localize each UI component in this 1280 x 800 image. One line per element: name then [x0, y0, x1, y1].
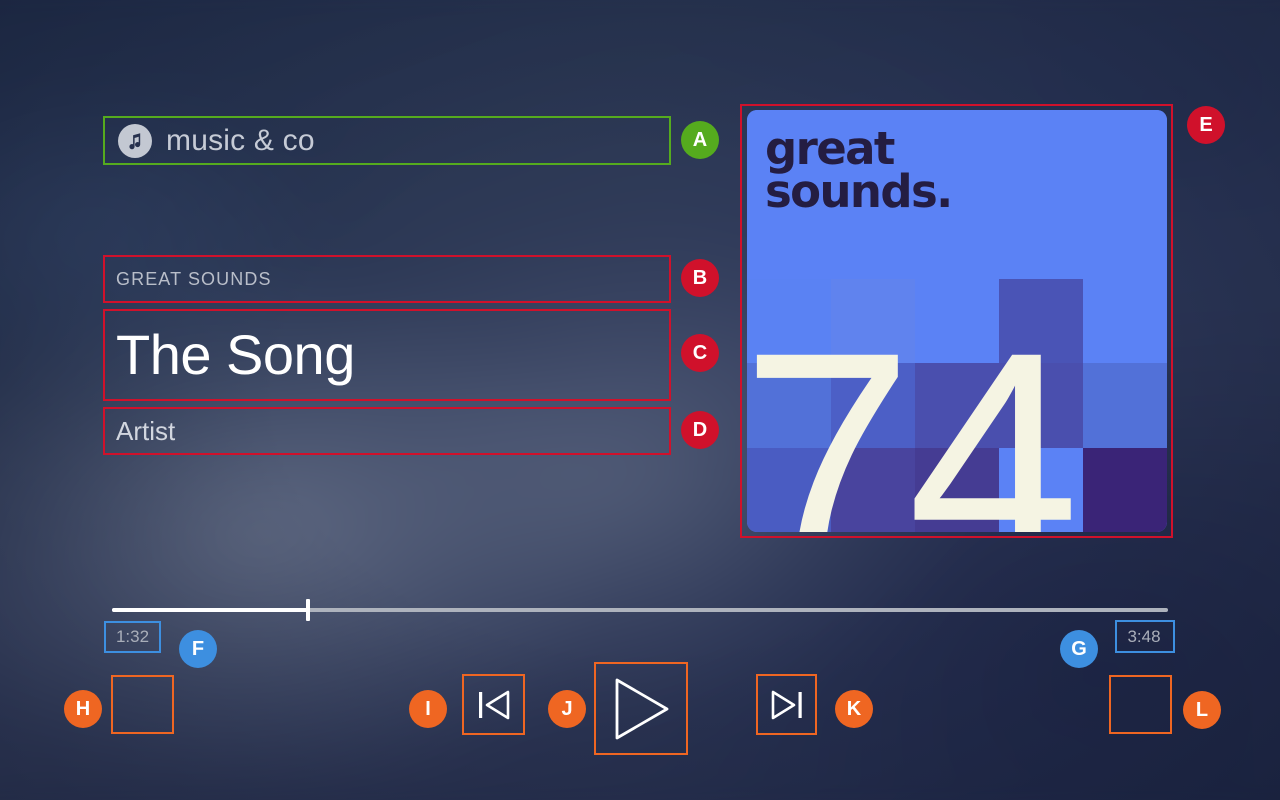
brand-header[interactable]: music & co — [105, 118, 669, 163]
annotation-badge-b: B — [681, 259, 719, 297]
progress-slider[interactable] — [112, 599, 1168, 621]
brand-name-label: music & co — [166, 123, 315, 157]
annotation-badge-f: F — [179, 630, 217, 668]
previous-track-icon — [476, 688, 512, 722]
artist-name: Artist — [116, 415, 176, 446]
annotation-badge-d: D — [681, 411, 719, 449]
progress-thumb[interactable] — [306, 599, 311, 621]
music-note-icon — [118, 123, 152, 158]
music-player-screen: music & co GREAT SOUNDS The Song Artist … — [0, 0, 1280, 800]
album-art-number: 74 — [747, 287, 1080, 533]
album-art-logo: great sounds. — [765, 122, 953, 219]
annotation-badge-l: L — [1183, 691, 1221, 729]
progress-fill — [112, 608, 309, 612]
repeat-button[interactable] — [1111, 677, 1170, 732]
current-time: 1:32 — [115, 627, 150, 646]
total-time: 3:48 — [1127, 626, 1161, 646]
play-icon — [611, 676, 671, 742]
annotation-badge-k: K — [835, 690, 873, 728]
annotation-badge-c: C — [681, 334, 719, 372]
annotation-badge-e: E — [1187, 106, 1225, 144]
shuffle-button[interactable] — [113, 677, 172, 732]
previous-button[interactable] — [464, 676, 523, 733]
album-art[interactable]: great sounds. 74 — [747, 110, 1167, 532]
album-label: GREAT SOUNDS — [116, 268, 272, 289]
album-art-logo-line1: great — [765, 122, 895, 175]
annotation-badge-h: H — [64, 690, 102, 728]
annotation-badge-j: J — [548, 690, 586, 728]
play-button[interactable] — [596, 664, 686, 753]
annotation-badge-a: A — [681, 121, 719, 159]
track-title: The Song — [116, 323, 355, 386]
next-button[interactable] — [758, 676, 815, 733]
annotation-badge-i: I — [409, 690, 447, 728]
annotation-badge-g: G — [1060, 630, 1098, 668]
album-art-logo-line2: sounds. — [765, 165, 953, 219]
next-track-icon — [769, 688, 805, 722]
